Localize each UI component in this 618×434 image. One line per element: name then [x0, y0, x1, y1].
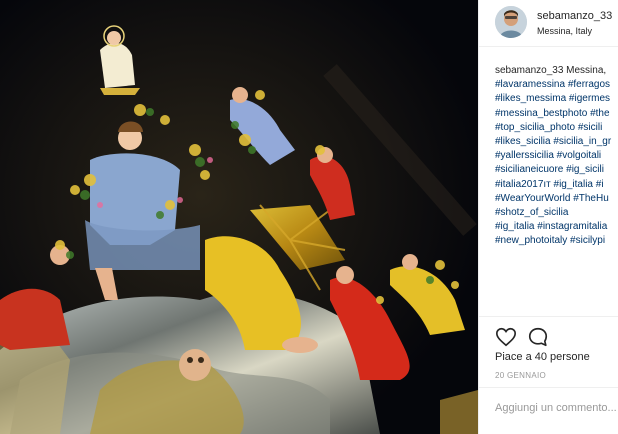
- caption-text: Messina,: [563, 65, 607, 76]
- hashtag-text[interactable]: #lavaramessina #ferragos: [495, 79, 610, 90]
- heart-icon[interactable]: [495, 326, 517, 348]
- caption-line: #likes_messima #igermes: [495, 92, 618, 106]
- caption-line: sebamanzo_33 Messina,: [495, 64, 618, 78]
- hashtag-text[interactable]: #ig_italia #instagramitalia: [495, 221, 607, 232]
- caption-line: #lavaramessina #ferragos: [495, 78, 618, 92]
- post-actions: Piace a 40 persone 20 GENNAIO: [479, 316, 618, 434]
- hashtag-text[interactable]: #WearYourWorld #TheHu: [495, 193, 609, 204]
- hashtag-text[interactable]: #new_photoitaly #sicilypi: [495, 235, 605, 246]
- caption-line: #top_sicilia_photo #sicili: [495, 121, 618, 135]
- hashtag-text[interactable]: #likes_sicilia #sicilia_in_gr: [495, 136, 611, 147]
- post-header: sebamanzo_33 Messina, Italy: [479, 0, 618, 47]
- hashtag-text[interactable]: #yallerssicilia #volgoitali: [495, 150, 601, 161]
- hashtag-text[interactable]: #italia2017ıт #ig_italia #i: [495, 179, 604, 190]
- hashtag-text[interactable]: #sicilianeicuore #ig_sicili: [495, 164, 604, 175]
- post-side-panel: sebamanzo_33 Messina, Italy sebamanzo_33…: [478, 0, 618, 434]
- caption-line: #shotz_of_sicilia: [495, 206, 618, 220]
- post-photo[interactable]: [0, 0, 478, 434]
- hashtag-text[interactable]: #likes_messima #igermes: [495, 93, 610, 104]
- post-caption: sebamanzo_33 Messina, #lavaramessina #fer…: [495, 64, 618, 249]
- caption-author[interactable]: sebamanzo_33: [495, 65, 563, 76]
- hashtag-text[interactable]: #top_sicilia_photo #sicili: [495, 122, 602, 133]
- hashtag-text[interactable]: #messina_bestphoto #the: [495, 108, 610, 119]
- likes-count[interactable]: Piace a 40 persone: [495, 351, 590, 363]
- caption-line: #new_photoitaly #sicilypi: [495, 234, 618, 248]
- caption-line: #sicilianeicuore #ig_sicili: [495, 163, 618, 177]
- caption-line: #italia2017ıт #ig_italia #i: [495, 178, 618, 192]
- caption-line: #yallerssicilia #volgoitali: [495, 149, 618, 163]
- caption-line: #messina_bestphoto #the: [495, 107, 618, 121]
- caption-line: #WearYourWorld #TheHu: [495, 192, 618, 206]
- post-date: 20 GENNAIO: [495, 371, 547, 380]
- avatar-image: [495, 6, 527, 38]
- caption-line: #ig_italia #instagramitalia: [495, 220, 618, 234]
- comment-icon[interactable]: [527, 326, 549, 348]
- caption-line: #likes_sicilia #sicilia_in_gr: [495, 135, 618, 149]
- post-location[interactable]: Messina, Italy: [537, 26, 592, 36]
- comment-section: [479, 387, 618, 434]
- user-avatar[interactable]: [495, 6, 527, 38]
- procession-float-image: [0, 0, 478, 434]
- comment-input[interactable]: [495, 402, 618, 414]
- author-username[interactable]: sebamanzo_33: [537, 10, 612, 22]
- hashtag-text[interactable]: #shotz_of_sicilia: [495, 207, 568, 218]
